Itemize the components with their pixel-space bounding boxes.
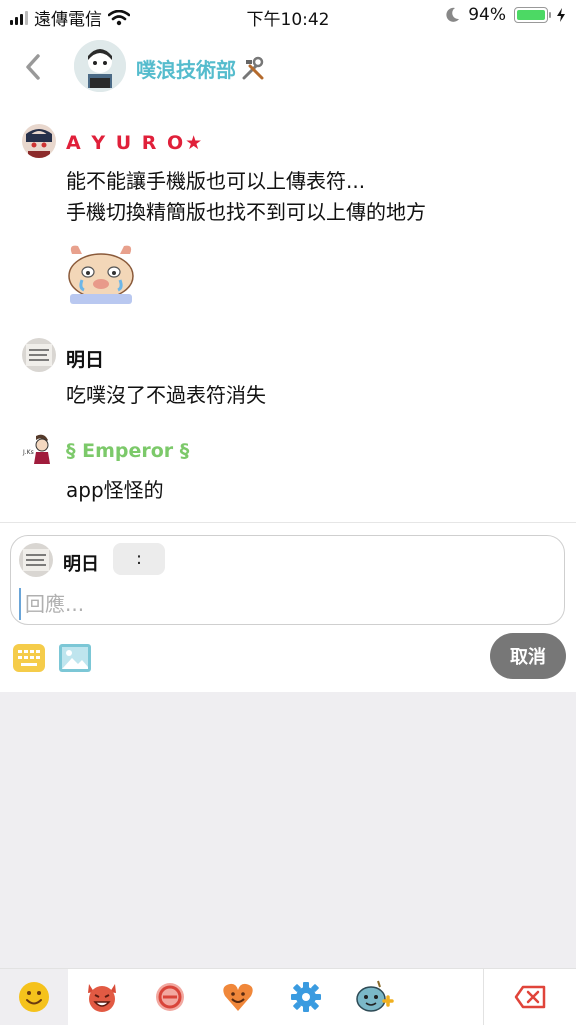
reply-avatar xyxy=(19,543,53,577)
plurk-owner-avatar[interactable] xyxy=(74,40,126,92)
response-content: 吃噗沒了不過表符消失 xyxy=(66,380,266,411)
tab-ban-emoticons[interactable] xyxy=(136,969,204,1025)
response-content: 能不能讓手機版也可以上傳表符... 手機切換精簡版也找不到可以上傳的地方 xyxy=(66,166,426,228)
reply-user-name: 明日 xyxy=(63,554,99,575)
responder-name[interactable]: A Y U R O★ xyxy=(66,132,204,154)
plurk-header: 噗浪技術部 xyxy=(0,32,576,102)
smile-icon xyxy=(19,982,49,1012)
response-line: 能不能讓手機版也可以上傳表符... xyxy=(66,169,366,193)
image-upload-icon[interactable] xyxy=(58,641,92,675)
back-button[interactable] xyxy=(18,46,48,86)
responder-name[interactable]: § Emperor § xyxy=(66,440,189,462)
delete-button[interactable] xyxy=(483,969,576,1025)
status-bar: 遠傳電信 下午10:42 94% xyxy=(0,0,576,32)
reply-input[interactable] xyxy=(19,588,557,620)
battery-icon xyxy=(514,7,551,23)
response-line: app怪怪的 xyxy=(66,478,164,502)
emoticon-panel xyxy=(0,692,576,968)
svg-text:J.Ks: J.Ks xyxy=(22,449,34,456)
tools-icon xyxy=(242,56,264,79)
tab-settings-emoticons[interactable] xyxy=(272,969,340,1025)
response-line: 吃噗沒了不過表符消失 xyxy=(66,383,266,407)
devil-icon xyxy=(88,984,116,1012)
battery-percent: 94% xyxy=(468,5,506,25)
avatar[interactable] xyxy=(22,338,56,372)
gear-icon xyxy=(291,982,321,1012)
qualifier-selector[interactable]: : xyxy=(113,543,165,575)
heart-face-icon xyxy=(223,983,253,1011)
tab-custom-emoticons[interactable] xyxy=(340,969,408,1025)
response-line: 手機切換精簡版也找不到可以上傳的地方 xyxy=(66,200,426,224)
avatar[interactable] xyxy=(22,124,56,158)
response-content: app怪怪的 xyxy=(66,475,164,506)
responder-name[interactable]: 明日 xyxy=(66,345,104,372)
tab-love-emoticons[interactable] xyxy=(204,969,272,1025)
custom-emoticon-icon xyxy=(356,980,394,1012)
tab-basic-emoticons[interactable] xyxy=(0,969,68,1025)
backspace-icon xyxy=(514,985,546,1009)
emoticon-tabs xyxy=(0,968,576,1025)
avatar[interactable]: J.Ks xyxy=(22,432,56,466)
ban-icon xyxy=(156,983,184,1011)
moon-icon xyxy=(446,7,460,22)
keyboard-icon[interactable] xyxy=(12,641,46,675)
status-right: 94% xyxy=(446,5,566,25)
plurk-title-text: 噗浪技術部 xyxy=(136,58,236,82)
tab-devil-emoticons[interactable] xyxy=(68,969,136,1025)
emoticon-sticker[interactable] xyxy=(64,242,138,308)
charging-icon xyxy=(557,8,565,22)
reply-area: 明日 : 取消 xyxy=(0,522,576,693)
cancel-button[interactable]: 取消 xyxy=(490,633,566,679)
reply-box: 明日 : xyxy=(10,535,565,625)
plurk-title[interactable]: 噗浪技術部 xyxy=(136,54,266,83)
